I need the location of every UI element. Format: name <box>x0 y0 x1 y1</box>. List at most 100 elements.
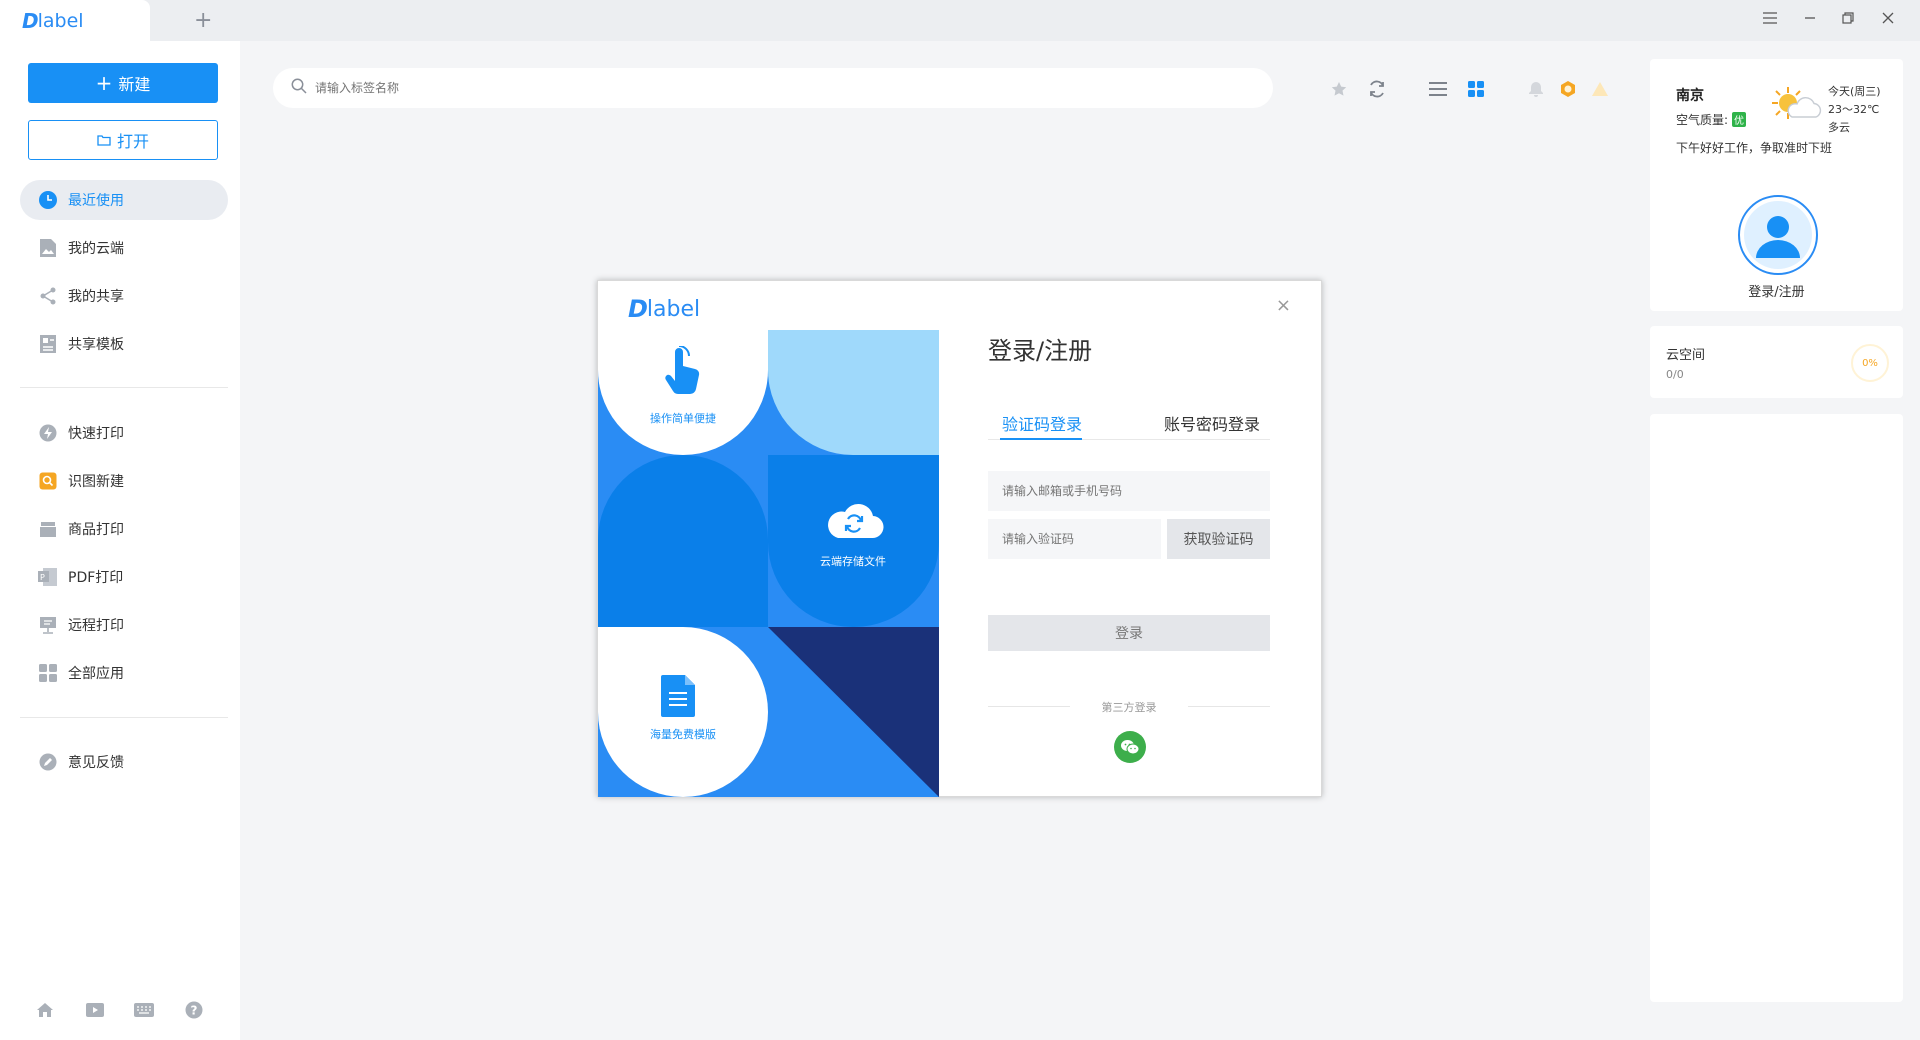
app-logo: D label <box>22 9 84 33</box>
sidebar-item-my-share[interactable]: 我的共享 <box>20 276 228 316</box>
close-icon[interactable] <box>1876 10 1900 28</box>
logo-word: label <box>37 9 84 32</box>
document-icon <box>661 675 697 721</box>
home-tab[interactable]: D label <box>0 0 150 41</box>
sidebar-item-quick-print[interactable]: 快速打印 <box>20 413 228 453</box>
scan-icon <box>38 471 58 491</box>
star-icon[interactable] <box>1328 78 1350 100</box>
tab-password-login[interactable]: 账号密码登录 <box>1164 411 1260 435</box>
svg-text:?: ? <box>191 1004 198 1018</box>
cloud-space-usage: 0/0 <box>1666 368 1684 381</box>
search-bar <box>273 68 1273 108</box>
sidebar-item-label: 商品打印 <box>68 522 124 538</box>
keyboard-icon[interactable] <box>133 999 155 1021</box>
sidebar-item-label: 我的共享 <box>68 289 124 305</box>
empty-panel <box>1650 414 1903 1002</box>
video-icon[interactable] <box>84 999 106 1021</box>
active-tab-indicator <box>1000 438 1082 440</box>
folder-icon <box>97 131 111 150</box>
sidebar: + 新建 打开 最近使用 我的云端 我的共享 共享模板 快速打印 识图新建 商品… <box>0 41 240 1040</box>
weather-temp: 23～32℃ <box>1828 103 1880 116</box>
avatar[interactable] <box>1738 195 1818 275</box>
search-icon <box>291 78 307 98</box>
sidebar-item-goods-print[interactable]: 商品打印 <box>20 509 228 549</box>
refresh-icon[interactable] <box>1366 78 1388 100</box>
sun-cloud-icon <box>1770 85 1824 129</box>
sidebar-item-label: 识图新建 <box>68 474 124 490</box>
weather-city: 南京 <box>1676 88 1704 104</box>
minimize-icon[interactable] <box>1798 10 1822 28</box>
air-quality-label: 空气质量: <box>1676 113 1729 127</box>
bell-icon[interactable] <box>1525 78 1547 100</box>
hand-pointer-icon <box>660 345 706 402</box>
sidebar-item-label: PDF打印 <box>68 570 124 586</box>
cloud-sync-icon <box>824 500 884 544</box>
open-button[interactable]: 打开 <box>28 120 218 160</box>
share-icon <box>38 286 58 306</box>
login-dialog: D label × 操作简单便捷 云端存储文件 海量免费模版 登录/注册 验证码… <box>597 280 1322 797</box>
cloud-space-percent: 0% <box>1851 344 1889 382</box>
sidebar-item-label: 最近使用 <box>68 193 124 209</box>
new-button-label: 新建 <box>118 75 151 94</box>
sidebar-item-label: 我的云端 <box>68 241 124 257</box>
phone-email-input[interactable] <box>988 471 1270 511</box>
apps-grid-icon <box>38 663 58 683</box>
sidebar-item-shared-template[interactable]: 共享模板 <box>20 324 228 364</box>
menu-icon[interactable] <box>1758 10 1782 28</box>
dialog-logo: D label <box>628 295 700 323</box>
air-quality: 空气质量: 优 <box>1676 111 1747 128</box>
sidebar-divider <box>20 717 228 718</box>
logo-word: label <box>646 296 701 322</box>
sidebar-item-feedback[interactable]: 意见反馈 <box>20 742 228 782</box>
cloud-space-title: 云空间 <box>1666 348 1706 363</box>
sidebar-item-label: 意见反馈 <box>68 755 124 771</box>
login-register-link[interactable]: 登录/注册 <box>1650 281 1903 300</box>
sidebar-item-label: 远程打印 <box>68 618 124 634</box>
logo-mark: D <box>22 8 39 33</box>
search-input[interactable] <box>315 81 815 95</box>
vip-badge-icon[interactable] <box>1557 78 1579 100</box>
sidebar-item-image-create[interactable]: 识图新建 <box>20 461 228 501</box>
verification-code-input[interactable] <box>988 519 1161 559</box>
dialog-close-button[interactable]: × <box>1276 295 1291 316</box>
sidebar-item-label: 共享模板 <box>68 337 124 353</box>
sidebar-item-recent[interactable]: 最近使用 <box>20 180 228 220</box>
box-icon <box>38 519 58 539</box>
greeting-text: 下午好好工作，争取准时下班 <box>1676 141 1833 155</box>
sidebar-item-remote-print[interactable]: 远程打印 <box>20 605 228 645</box>
restore-icon[interactable] <box>1836 10 1860 28</box>
remote-print-icon <box>38 615 58 635</box>
home-icon[interactable] <box>34 999 56 1021</box>
sidebar-divider <box>20 387 228 388</box>
title-bar: D label + <box>0 0 1920 41</box>
banner-tile <box>598 455 768 627</box>
list-view-icon[interactable] <box>1427 78 1449 100</box>
tab-code-login[interactable]: 验证码登录 <box>1002 411 1082 435</box>
warning-icon[interactable] <box>1589 78 1611 100</box>
sidebar-item-my-cloud[interactable]: 我的云端 <box>20 228 228 268</box>
plus-icon: + <box>95 71 113 95</box>
sidebar-item-pdf-print[interactable]: P PDF打印 <box>20 557 228 597</box>
feature-templates-label: 海量免费模版 <box>650 728 716 741</box>
new-button[interactable]: + 新建 <box>28 63 218 103</box>
feature-cloud-label: 云端存储文件 <box>820 555 886 568</box>
lightning-icon <box>38 423 58 443</box>
sidebar-item-label: 快速打印 <box>68 426 124 442</box>
open-button-label: 打开 <box>116 132 149 151</box>
banner-triangle <box>768 627 939 797</box>
login-button[interactable]: 登录 <box>988 615 1270 651</box>
clock-icon <box>38 190 58 210</box>
weather-day: 今天(周三) <box>1828 85 1881 98</box>
svg-text:P: P <box>40 573 45 582</box>
third-party-login-label: 第三方登录 <box>1101 701 1157 714</box>
grid-view-icon[interactable] <box>1465 78 1487 100</box>
air-quality-badge: 优 <box>1732 112 1747 127</box>
wechat-login-icon[interactable] <box>1114 731 1146 763</box>
sidebar-item-all-apps[interactable]: 全部应用 <box>20 653 228 693</box>
get-code-button[interactable]: 获取验证码 <box>1167 519 1270 559</box>
help-icon[interactable]: ? <box>183 999 205 1021</box>
pdf-icon: P <box>38 567 58 587</box>
template-icon <box>38 334 58 354</box>
weather-condition: 多云 <box>1828 121 1850 134</box>
add-tab-button[interactable]: + <box>194 8 212 33</box>
